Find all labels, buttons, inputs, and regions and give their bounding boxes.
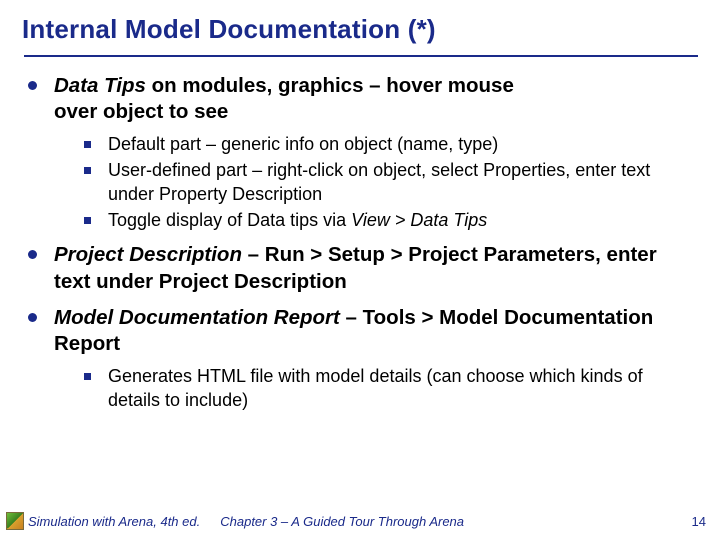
- slide-title: Internal Model Documentation (*): [22, 14, 698, 45]
- bullet-mid: – Run > Setup > Project Parameters,: [242, 243, 601, 266]
- bullet-project-description: Project Description – Run > Setup > Proj…: [24, 242, 690, 294]
- sub-bullet-list: Generates HTML file with model details (…: [82, 365, 690, 413]
- bullet-list: Data Tips on modules, graphics – hover m…: [24, 73, 690, 413]
- bullet-text-line2: over object to see: [54, 100, 228, 123]
- sub-bullet: Default part – generic info on object (n…: [82, 133, 690, 157]
- sub-bullet: Toggle display of Data tips via View > D…: [82, 209, 690, 233]
- menu-path: View > Data Tips: [351, 210, 487, 230]
- sub-bullet: User-defined part – right-click on objec…: [82, 159, 690, 207]
- bullet-lead: Project Description: [54, 243, 242, 266]
- footer-left: Simulation with Arena, 4th ed.: [28, 514, 200, 529]
- sub-bullet: Generates HTML file with model details (…: [82, 365, 690, 413]
- sub-bullet-text: Toggle display of Data tips via: [108, 210, 351, 230]
- bullet-text: on modules, graphics – hover mouse: [146, 74, 514, 97]
- slide: Internal Model Documentation (*) Data Ti…: [0, 0, 720, 540]
- bullet-data-tips: Data Tips on modules, graphics – hover m…: [24, 73, 690, 232]
- bullet-lead: Model Documentation Report: [54, 306, 340, 329]
- bullet-model-doc-report: Model Documentation Report – Tools > Mod…: [24, 305, 690, 413]
- page-number: 14: [692, 514, 706, 529]
- footer-center: Chapter 3 – A Guided Tour Through Arena: [200, 514, 691, 529]
- book-icon: [6, 512, 24, 530]
- slide-footer: Simulation with Arena, 4th ed. Chapter 3…: [0, 510, 720, 532]
- bullet-lead: Data Tips: [54, 74, 146, 97]
- slide-body: Data Tips on modules, graphics – hover m…: [22, 73, 698, 413]
- sub-bullet-list: Default part – generic info on object (n…: [82, 133, 690, 232]
- title-underline: [24, 55, 698, 57]
